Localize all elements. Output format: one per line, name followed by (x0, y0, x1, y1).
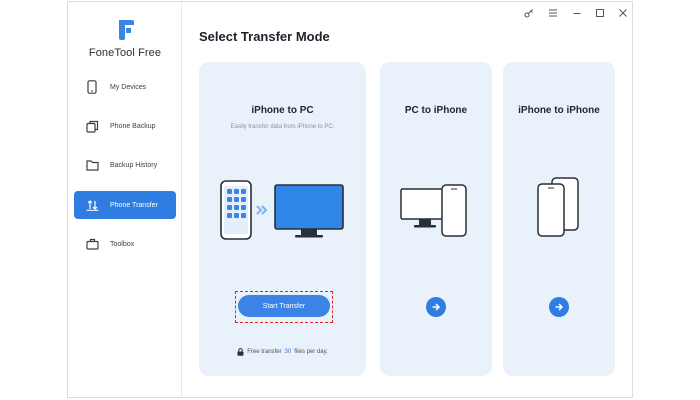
card-title: iPhone to PC (251, 105, 314, 116)
lock-icon (237, 348, 244, 356)
fonetool-logo-icon (119, 20, 134, 40)
sidebar-item-label: Toolbox (110, 240, 135, 248)
app-name: FoneTool Free (88, 47, 162, 59)
arrow-right-icon (432, 303, 441, 311)
card-title: iPhone to iPhone (518, 105, 600, 116)
sidebar-item-label: My Devices (110, 83, 147, 91)
card-iphone-to-iphone[interactable]: iPhone to iPhone (503, 62, 615, 376)
free-transfer-suffix: files per day. (294, 349, 328, 355)
iphone-to-iphone-arrow-button[interactable] (549, 297, 569, 317)
toolbox-icon (85, 237, 99, 251)
page-title: Select Transfer Mode (199, 29, 330, 44)
sidebar-item-phone-transfer[interactable]: Phone Transfer (74, 191, 176, 219)
sidebar-item-backup-history[interactable]: Backup History (74, 151, 176, 179)
sidebar-item-toolbox[interactable]: Toolbox (74, 230, 176, 258)
sidebar-item-label: Phone Backup (110, 122, 156, 130)
free-transfer-count: 30 (284, 349, 292, 355)
pc-to-iphone-illustration-icon (400, 184, 467, 237)
card-pc-to-iphone[interactable]: PC to iPhone (380, 62, 492, 376)
minimize-icon[interactable] (571, 7, 583, 19)
iphone-to-iphone-illustration-icon (537, 177, 579, 237)
free-transfer-prefix: Free transfer (247, 349, 282, 355)
close-icon[interactable] (617, 7, 629, 19)
phone-icon (85, 80, 99, 94)
card-iphone-to-pc[interactable]: iPhone to PC Easily transfer data from i… (199, 62, 366, 376)
key-icon[interactable] (523, 7, 535, 19)
backup-icon (85, 119, 99, 133)
pc-to-iphone-arrow-button[interactable] (426, 297, 446, 317)
card-subtitle: Easily transfer data from iPhone to PC. (230, 124, 335, 130)
iphone-to-pc-illustration-icon (220, 180, 344, 240)
app-window: FoneTool Free My Devices Phone Backup Ba… (67, 1, 633, 398)
start-transfer-button[interactable]: Start Transfer (238, 295, 330, 317)
maximize-icon[interactable] (594, 7, 606, 19)
sidebar: FoneTool Free My Devices Phone Backup Ba… (68, 2, 182, 397)
sidebar-item-label: Phone Transfer (110, 201, 158, 209)
sidebar-item-phone-backup[interactable]: Phone Backup (74, 112, 176, 140)
menu-icon[interactable] (547, 7, 559, 19)
folder-icon (85, 158, 99, 172)
sidebar-item-my-devices[interactable]: My Devices (74, 73, 176, 101)
arrow-right-icon (555, 303, 564, 311)
card-title: PC to iPhone (404, 105, 468, 116)
transfer-icon (85, 198, 99, 212)
sidebar-item-label: Backup History (110, 161, 158, 169)
free-transfer-note: Free transfer 30 files per day. (199, 348, 366, 356)
